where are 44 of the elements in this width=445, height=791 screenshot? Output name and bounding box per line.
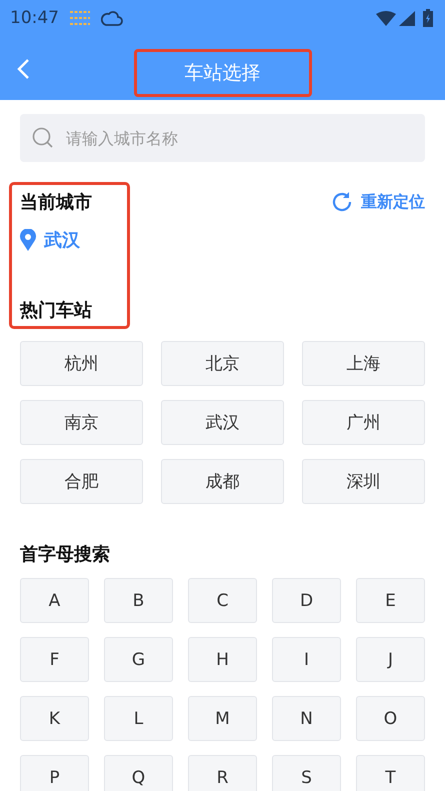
signal-icon [399, 10, 415, 26]
letter-button[interactable]: Q [104, 755, 173, 791]
section-heading: 首字母搜索 [20, 543, 111, 566]
location-pin-icon [20, 229, 36, 251]
station-button[interactable]: 杭州 [20, 341, 143, 386]
wifi-icon [376, 10, 396, 26]
search-field[interactable]: 请输入城市名称 [20, 114, 425, 162]
station-button[interactable]: 广州 [302, 400, 425, 445]
section-heading: 当前城市 [20, 191, 93, 214]
letter-button[interactable]: N [272, 696, 341, 741]
letter-button[interactable]: O [356, 696, 425, 741]
letter-button[interactable]: E [356, 578, 425, 623]
notification-icon [69, 10, 91, 26]
letter-button[interactable]: K [20, 696, 89, 741]
chevron-left-icon [16, 58, 30, 80]
letter-button[interactable]: S [272, 755, 341, 791]
letter-button[interactable]: F [20, 637, 89, 682]
letter-button[interactable]: T [356, 755, 425, 791]
letter-button[interactable]: P [20, 755, 89, 791]
station-button[interactable]: 合肥 [20, 459, 143, 504]
station-button[interactable]: 深圳 [302, 459, 425, 504]
station-button[interactable]: 上海 [302, 341, 425, 386]
search-icon [32, 127, 54, 149]
station-button[interactable]: 成都 [161, 459, 284, 504]
letter-button[interactable]: B [104, 578, 173, 623]
station-button[interactable]: 南京 [20, 400, 143, 445]
letter-button[interactable]: G [104, 637, 173, 682]
status-time: 10:47 [10, 8, 59, 28]
letter-button[interactable]: M [188, 696, 257, 741]
page-title: 车站选择 [184, 61, 260, 86]
letter-button[interactable]: J [356, 637, 425, 682]
letter-button[interactable]: L [104, 696, 173, 741]
cloud-icon [101, 9, 123, 27]
letter-button[interactable]: A [20, 578, 89, 623]
letter-button[interactable]: R [188, 755, 257, 791]
station-button[interactable]: 北京 [161, 341, 284, 386]
battery-icon [423, 9, 433, 27]
section-heading: 热门车站 [20, 299, 93, 322]
letter-button[interactable]: H [188, 637, 257, 682]
letter-button[interactable]: C [188, 578, 257, 623]
letter-button[interactable]: I [272, 637, 341, 682]
station-button[interactable]: 武汉 [161, 400, 284, 445]
letter-button[interactable]: D [272, 578, 341, 623]
refresh-icon [331, 191, 353, 213]
